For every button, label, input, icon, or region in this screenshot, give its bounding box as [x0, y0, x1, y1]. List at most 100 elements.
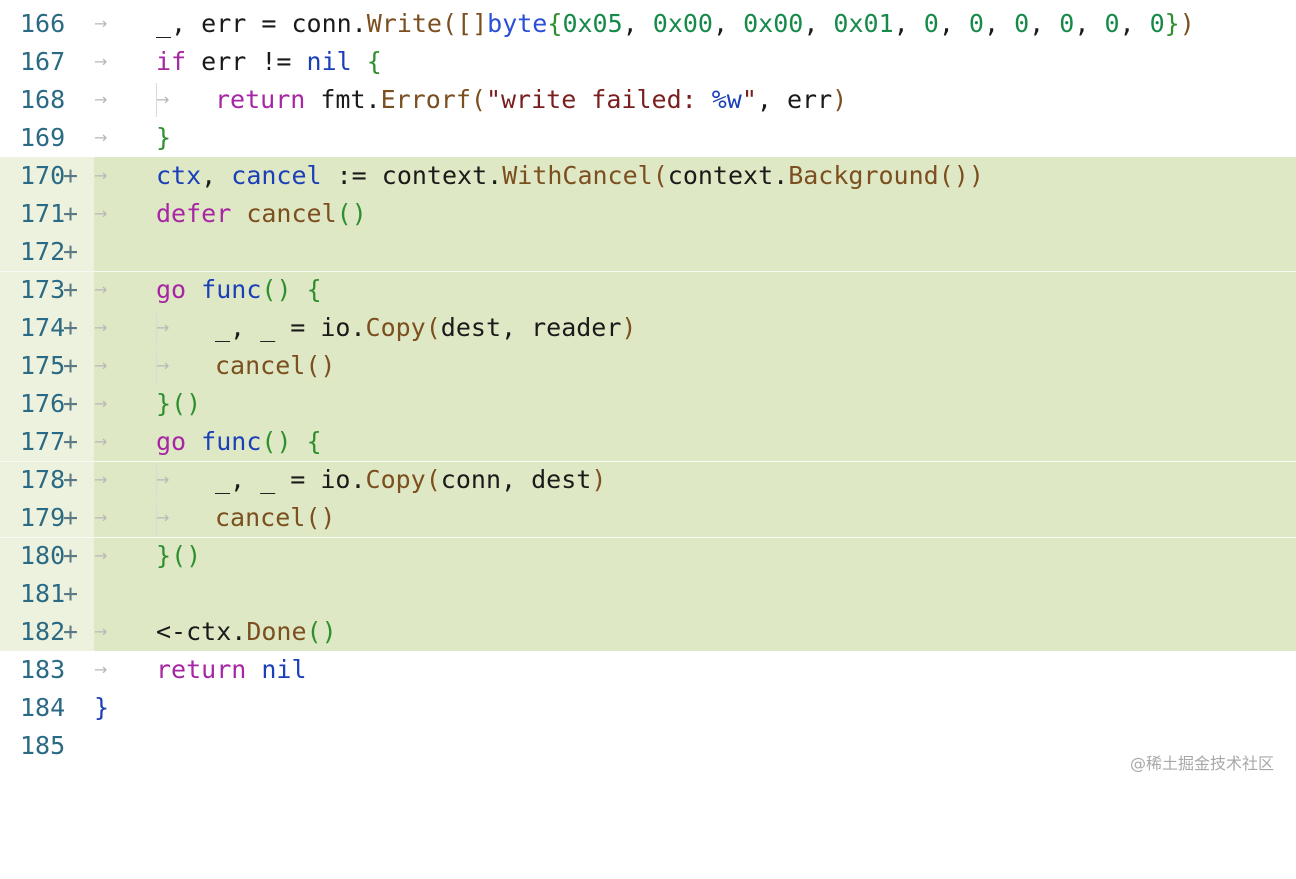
added-marker: + — [63, 199, 79, 228]
line-number: 185 — [20, 731, 66, 760]
code-line-171: 171 + → defer cancel() — [0, 195, 1296, 233]
gutter: 183 — [0, 651, 94, 689]
gutter: 170 + — [0, 157, 94, 195]
gutter: 182 + — [0, 613, 94, 651]
added-marker: + — [63, 465, 79, 494]
line-number: 171 — [20, 199, 66, 228]
code-text: defer cancel() — [156, 199, 367, 228]
tab-arrow-icon: → — [94, 470, 108, 489]
added-marker: + — [63, 503, 79, 532]
gutter: 184 — [0, 689, 94, 727]
tab-arrow-icon: → — [94, 280, 108, 299]
gutter: 175 + — [0, 347, 94, 385]
tab-arrow-icon: → — [94, 546, 108, 565]
line-number: 166 — [20, 9, 66, 38]
tab-arrow-icon: → — [94, 622, 108, 641]
line-number: 183 — [20, 655, 66, 684]
added-marker: + — [63, 541, 79, 570]
code-text: } — [156, 123, 172, 152]
tab-arrow-icon: → — [94, 90, 108, 109]
gutter: 181 + — [0, 575, 94, 613]
code-line-166: 166 → _, err = conn.Write([]byte{0x05, 0… — [0, 5, 1296, 43]
code-area — [94, 575, 1296, 613]
code-text: } — [94, 693, 110, 722]
line-number: 168 — [20, 85, 66, 114]
code-text: _, _ = io.Copy(conn, dest) — [215, 465, 607, 494]
tab-arrow-icon: → — [94, 128, 108, 147]
code-line-172: 172 + — [0, 233, 1296, 271]
gutter: 174 + — [0, 309, 94, 347]
code-line-173: 173 + → go func() { — [0, 271, 1296, 309]
line-number: 181 — [20, 579, 66, 608]
line-number: 176 — [20, 389, 66, 418]
added-marker: + — [63, 237, 79, 266]
code-line-175: 175 + → → cancel() — [0, 347, 1296, 385]
gutter: 169 — [0, 119, 94, 157]
tab-arrow-icon: → — [94, 432, 108, 451]
code-text: cancel() — [215, 503, 336, 532]
line-number: 178 — [20, 465, 66, 494]
gutter: 173 + — [0, 271, 94, 309]
added-marker: + — [63, 275, 79, 304]
added-marker: + — [63, 161, 79, 190]
code-text: return fmt.Errorf("write failed: %w", er… — [215, 85, 848, 114]
code-line-176: 176 + → }() — [0, 385, 1296, 423]
line-number: 180 — [20, 541, 66, 570]
tab-arrow-icon: → — [94, 204, 108, 223]
indent-arrow-icon: → — [156, 356, 170, 375]
gutter: 167 — [0, 43, 94, 81]
tab-arrow-icon: → — [94, 508, 108, 527]
indent-arrow-icon: → — [156, 318, 170, 337]
code-line-178: 178 + → → _, _ = io.Copy(conn, dest) — [0, 461, 1296, 499]
code-line-167: 167 → if err != nil { — [0, 43, 1296, 81]
code-line-181: 181 + — [0, 575, 1296, 613]
line-number: 179 — [20, 503, 66, 532]
code-text: ctx, cancel := context.WithCancel(contex… — [156, 161, 984, 190]
added-marker: + — [63, 617, 79, 646]
code-text: _, _ = io.Copy(dest, reader) — [215, 313, 637, 342]
tab-arrow-icon: → — [94, 356, 108, 375]
code-line-185: 185 — [0, 727, 1296, 765]
code-area — [94, 727, 1296, 765]
code-area — [94, 689, 1296, 727]
code-line-168: 168 → → return fmt.Errorf("write failed:… — [0, 81, 1296, 119]
gutter: 177 + — [0, 423, 94, 461]
code-text: return nil — [156, 655, 307, 684]
tab-arrow-icon: → — [94, 394, 108, 413]
gutter: 179 + — [0, 499, 94, 537]
line-number: 173 — [20, 275, 66, 304]
code-line-179: 179 + → → cancel() — [0, 499, 1296, 537]
gutter: 171 + — [0, 195, 94, 233]
gutter: 178 + — [0, 461, 94, 499]
code-area — [94, 385, 1296, 423]
tab-arrow-icon: → — [94, 52, 108, 71]
line-number: 172 — [20, 237, 66, 266]
code-text: _, err = conn.Write([]byte{0x05, 0x00, 0… — [156, 9, 1195, 38]
watermark: @稀土掘金技术社区 — [1129, 754, 1274, 773]
code-line-182: 182 + → <-ctx.Done() — [0, 613, 1296, 651]
line-number: 174 — [20, 313, 66, 342]
tab-arrow-icon: → — [94, 166, 108, 185]
code-text: if err != nil { — [156, 47, 382, 76]
tab-arrow-icon: → — [94, 14, 108, 33]
gutter: 172 + — [0, 233, 94, 271]
tab-arrow-icon: → — [94, 318, 108, 337]
gutter: 166 — [0, 5, 94, 43]
indent-arrow-icon: → — [156, 470, 170, 489]
code-line-184: 184 } — [0, 689, 1296, 727]
added-marker: + — [63, 579, 79, 608]
added-marker: + — [63, 313, 79, 342]
code-text: go func() { — [156, 275, 322, 304]
code-line-183: 183 → return nil — [0, 651, 1296, 689]
code-text: go func() { — [156, 427, 322, 456]
code-line-170: 170 + → ctx, cancel := context.WithCance… — [0, 157, 1296, 195]
added-marker: + — [63, 427, 79, 456]
line-number: 175 — [20, 351, 66, 380]
tab-arrow-icon: → — [94, 660, 108, 679]
added-marker: + — [63, 389, 79, 418]
indent-arrow-icon: → — [156, 90, 170, 109]
gutter: 185 — [0, 727, 94, 765]
line-number: 169 — [20, 123, 66, 152]
line-number: 184 — [20, 693, 66, 722]
code-area — [94, 537, 1296, 575]
